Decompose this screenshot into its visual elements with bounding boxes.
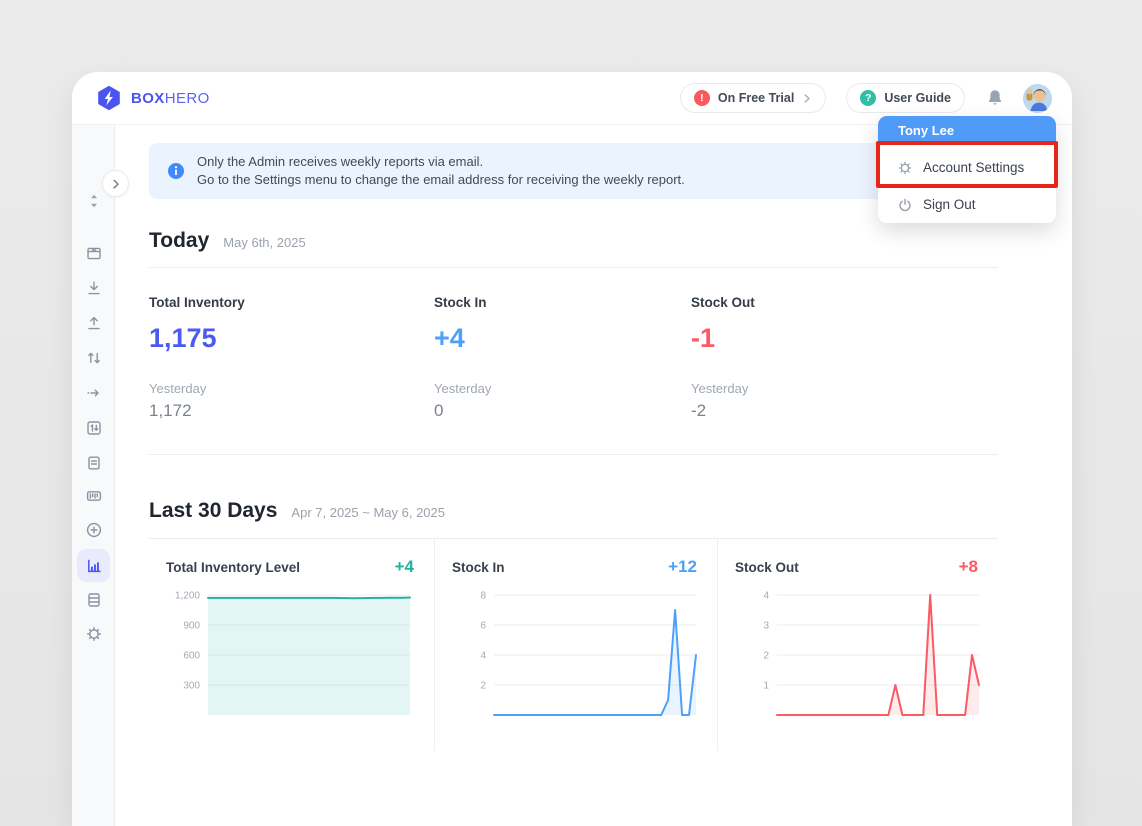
admin-report-banner: Only the Admin receives weekly reports v… — [149, 143, 998, 199]
svg-text:3: 3 — [763, 621, 769, 632]
notifications-button[interactable] — [985, 88, 1005, 108]
svg-text:4: 4 — [763, 591, 769, 602]
last-30-days-heading: Last 30 Days — [149, 499, 277, 523]
account-settings-menu-item[interactable]: Account Settings — [878, 145, 1056, 190]
power-icon — [897, 197, 913, 213]
svg-text:900: 900 — [183, 621, 200, 632]
trial-alert-icon: ! — [694, 90, 710, 106]
svg-text:8: 8 — [480, 591, 486, 602]
bell-icon — [985, 88, 1005, 108]
user-dropdown-menu: Tony Lee Account Settings Sign Out — [878, 116, 1056, 223]
today-heading: Today — [149, 229, 209, 253]
move-icon[interactable] — [72, 384, 115, 402]
chart-change: +4 — [395, 557, 414, 577]
today-stats: Total Inventory 1,175 Yesterday 1,172 St… — [149, 268, 998, 421]
stat-label: Stock In — [434, 295, 691, 310]
stock-out-stat: Stock Out -1 Yesterday -2 — [691, 295, 998, 421]
box-items-icon[interactable] — [72, 244, 115, 262]
expand-sidebar-button[interactable] — [102, 170, 129, 197]
stock-out-panel: Stock Out +8 1 2 3 4 — [717, 539, 998, 751]
chart-change: +8 — [959, 557, 978, 577]
logo-text: BOXHERO — [131, 90, 210, 107]
settings-icon[interactable] — [72, 625, 115, 643]
purchase-order-icon[interactable] — [72, 454, 115, 472]
question-icon: ? — [860, 90, 876, 106]
boxhero-hexagon-bolt-icon — [96, 85, 122, 111]
yesterday-value: 1,172 — [149, 401, 434, 421]
stat-label: Total Inventory — [149, 295, 434, 310]
user-name-header: Tony Lee — [878, 116, 1056, 145]
chevron-right-icon — [802, 93, 812, 104]
stock-count-icon[interactable] — [72, 419, 115, 437]
sign-out-label: Sign Out — [923, 197, 976, 212]
yesterday-label: Yesterday — [691, 381, 998, 396]
yesterday-label: Yesterday — [434, 381, 691, 396]
barcode-label-icon[interactable] — [72, 487, 115, 505]
svg-text:4: 4 — [480, 651, 486, 662]
svg-text:2: 2 — [763, 651, 769, 662]
chart-title: Total Inventory Level — [166, 560, 300, 575]
total-inventory-level-panel: Total Inventory Level +4 300 600 900 1,200 — [149, 539, 434, 751]
svg-text:1: 1 — [763, 681, 769, 692]
yesterday-value: -2 — [691, 401, 998, 421]
yesterday-value: 0 — [434, 401, 691, 421]
svg-text:300: 300 — [183, 681, 200, 692]
sign-out-menu-item[interactable]: Sign Out — [878, 190, 1056, 223]
user-guide-label: User Guide — [884, 91, 951, 105]
account-settings-label: Account Settings — [923, 160, 1024, 175]
stock-out-icon[interactable] — [72, 314, 115, 332]
stock-in-panel: Stock In +12 2 4 6 8 — [434, 539, 717, 751]
divider — [149, 454, 998, 455]
add-circle-icon[interactable] — [72, 521, 115, 539]
boxhero-logo[interactable]: BOXHERO — [96, 85, 210, 111]
app-window: BOXHERO ! On Free Trial ? User Guide — [72, 72, 1072, 826]
stat-value: -1 — [691, 323, 998, 354]
main-content: Only the Admin receives weekly reports v… — [116, 125, 1072, 826]
stock-out-chart: 1 2 3 4 — [733, 585, 983, 731]
free-trial-button[interactable]: ! On Free Trial — [680, 83, 826, 113]
banner-line1: Only the Admin receives weekly reports v… — [197, 153, 685, 171]
adjust-icon[interactable] — [72, 349, 115, 367]
banner-line2: Go to the Settings menu to change the em… — [197, 171, 685, 189]
data-center-icon[interactable] — [72, 591, 115, 609]
svg-text:600: 600 — [183, 651, 200, 662]
gear-icon — [897, 160, 913, 176]
total-inventory-stat: Total Inventory 1,175 Yesterday 1,172 — [149, 295, 434, 421]
yesterday-label: Yesterday — [149, 381, 434, 396]
chart-title: Stock In — [452, 560, 505, 575]
stat-value: 1,175 — [149, 323, 434, 354]
svg-text:2: 2 — [480, 681, 486, 692]
free-trial-label: On Free Trial — [718, 91, 794, 105]
sidebar — [72, 125, 115, 826]
stock-in-icon[interactable] — [72, 279, 115, 297]
last-30-days-charts: Total Inventory Level +4 3006009001,200 … — [149, 539, 998, 751]
svg-text:1,200: 1,200 — [175, 591, 200, 602]
avatar-image — [1023, 84, 1052, 113]
stat-label: Stock Out — [691, 295, 998, 310]
total-inventory-level-chart: 300 600 900 1,200 — [164, 585, 414, 731]
chart-change: +12 — [668, 557, 697, 577]
chevron-right-icon — [110, 178, 122, 190]
info-icon — [167, 162, 185, 180]
stock-in-chart: 2 4 6 8 — [450, 585, 700, 731]
user-guide-button[interactable]: ? User Guide — [846, 83, 965, 113]
stat-value: +4 — [434, 323, 691, 354]
last-30-days-range: Apr 7, 2025 ~ May 6, 2025 — [291, 505, 445, 520]
analytics-icon[interactable] — [77, 549, 110, 582]
stock-in-stat: Stock In +4 Yesterday 0 — [434, 295, 691, 421]
svg-text:6: 6 — [480, 621, 486, 632]
today-date: May 6th, 2025 — [223, 235, 305, 250]
chart-title: Stock Out — [735, 560, 799, 575]
user-avatar[interactable] — [1023, 84, 1052, 113]
